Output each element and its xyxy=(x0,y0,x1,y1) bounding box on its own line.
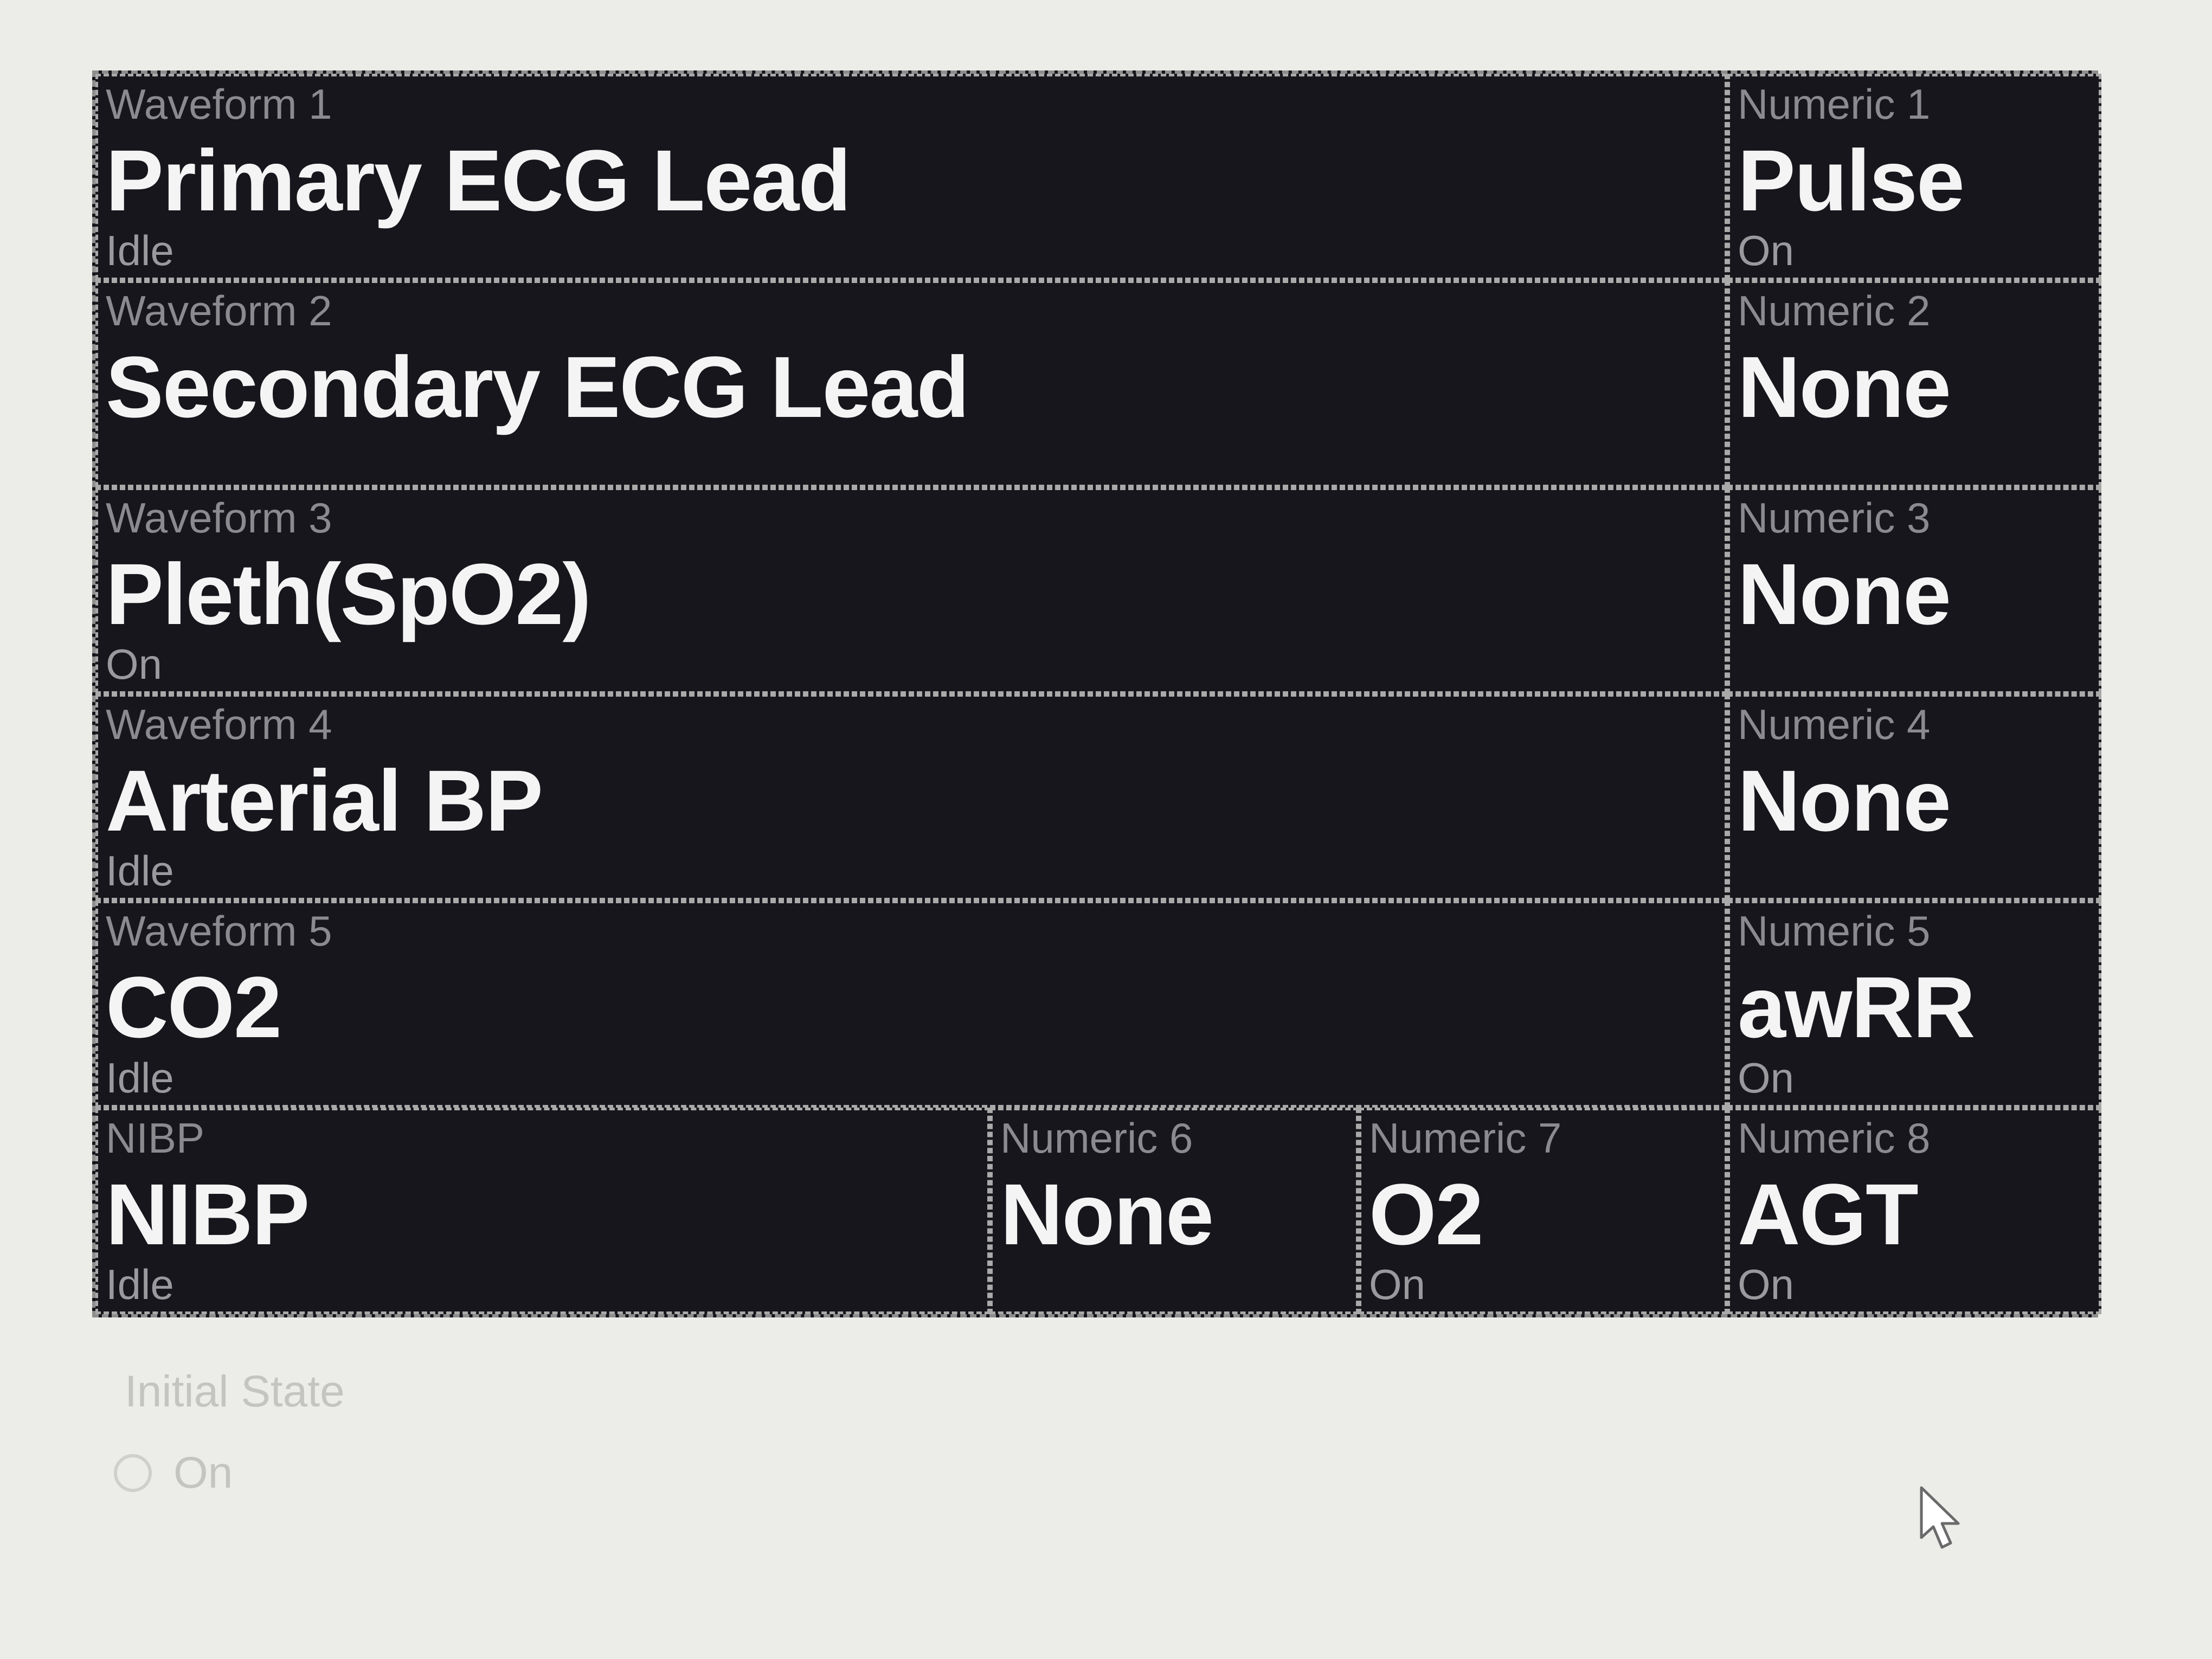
parameter-name: NIBP xyxy=(106,1165,310,1263)
parameter-name: awRR xyxy=(1738,959,1976,1056)
initial-state-legend: Initial State xyxy=(125,1367,345,1416)
monitor-layout-grid: Waveform 1 Primary ECG Lead Idle Numeric… xyxy=(92,70,2101,1317)
numeric-6-slot[interactable]: Numeric 6 None xyxy=(990,1107,1359,1314)
radio-label: On xyxy=(173,1448,233,1497)
nibp-slot[interactable]: NIBP NIBP Idle xyxy=(95,1107,990,1314)
parameter-name: Secondary ECG Lead xyxy=(106,338,969,436)
slot-label: NIBP xyxy=(106,1114,205,1162)
slot-label: Waveform 5 xyxy=(106,907,332,955)
slot-label: Waveform 2 xyxy=(106,287,332,335)
waveform-1-slot[interactable]: Waveform 1 Primary ECG Lead Idle xyxy=(95,74,1727,281)
slot-label: Numeric 7 xyxy=(1369,1114,1562,1162)
slot-label: Waveform 1 xyxy=(106,80,332,128)
slot-label: Numeric 6 xyxy=(1000,1114,1193,1162)
parameter-name: AGT xyxy=(1738,1165,1919,1263)
slot-label: Numeric 4 xyxy=(1738,700,1931,748)
radio-button[interactable] xyxy=(114,1454,152,1492)
slot-label: Numeric 3 xyxy=(1738,493,1931,542)
numeric-5-slot[interactable]: Numeric 5 awRR On xyxy=(1727,901,2101,1108)
waveform-4-slot[interactable]: Waveform 4 Arterial BP Idle xyxy=(95,694,1727,901)
slot-state: Idle xyxy=(106,1261,174,1308)
parameter-name: O2 xyxy=(1369,1165,1483,1263)
slot-state: On xyxy=(106,640,163,688)
initial-state-group: Initial State On xyxy=(92,1366,743,1529)
parameter-name: Pleth(SpO2) xyxy=(106,545,591,642)
numeric-7-slot[interactable]: Numeric 7 O2 On xyxy=(1359,1107,1727,1314)
parameter-name: None xyxy=(1738,545,1951,642)
mouse-pointer-icon xyxy=(1920,1486,1960,1549)
slot-state: On xyxy=(1738,1261,1795,1308)
slot-state: Idle xyxy=(106,847,174,895)
numeric-1-slot[interactable]: Numeric 1 Pulse On xyxy=(1727,74,2101,281)
numeric-4-slot[interactable]: Numeric 4 None xyxy=(1727,694,2101,901)
initial-state-on-option[interactable]: On xyxy=(114,1448,233,1499)
parameter-name: Arterial BP xyxy=(106,752,543,849)
numeric-2-slot[interactable]: Numeric 2 None xyxy=(1727,280,2101,487)
slot-label: Numeric 1 xyxy=(1738,80,1931,128)
slot-label: Numeric 8 xyxy=(1738,1114,1931,1162)
waveform-2-slot[interactable]: Waveform 2 Secondary ECG Lead xyxy=(95,280,1727,487)
slot-label: Waveform 4 xyxy=(106,700,332,748)
parameter-name: Primary ECG Lead xyxy=(106,132,851,229)
slot-state: On xyxy=(1738,227,1795,275)
slot-label: Waveform 3 xyxy=(106,493,332,542)
config-screen: Waveform 1 Primary ECG Lead Idle Numeric… xyxy=(0,0,2212,1659)
parameter-name: Pulse xyxy=(1738,132,1965,229)
waveform-3-slot[interactable]: Waveform 3 Pleth(SpO2) On xyxy=(95,487,1727,694)
slot-label: Numeric 5 xyxy=(1738,907,1931,955)
parameter-name: None xyxy=(1738,752,1951,849)
parameter-name: None xyxy=(1000,1165,1214,1263)
slot-label: Numeric 2 xyxy=(1738,287,1931,335)
slot-state: On xyxy=(1369,1261,1426,1308)
numeric-8-slot[interactable]: Numeric 8 AGT On xyxy=(1727,1107,2101,1314)
parameter-name: CO2 xyxy=(106,959,282,1056)
slot-state: On xyxy=(1738,1053,1795,1102)
slot-state: Idle xyxy=(106,227,174,275)
parameter-name: None xyxy=(1738,338,1951,436)
slot-state: Idle xyxy=(106,1053,174,1102)
waveform-5-slot[interactable]: Waveform 5 CO2 Idle xyxy=(95,901,1727,1108)
numeric-3-slot[interactable]: Numeric 3 None xyxy=(1727,487,2101,694)
